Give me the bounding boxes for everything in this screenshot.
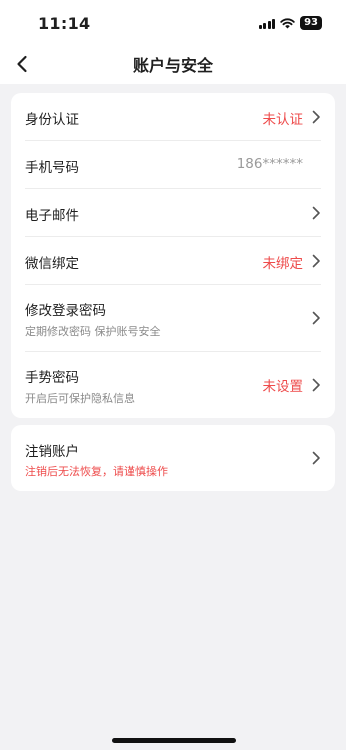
row-email[interactable]: 电子邮件 bbox=[25, 189, 321, 237]
chevron-right-icon bbox=[312, 311, 320, 325]
home-indicator bbox=[112, 738, 236, 743]
row-sublabel: 开启后可保护隐私信息 bbox=[25, 392, 135, 405]
row-wechat-binding[interactable]: 微信绑定 未绑定 bbox=[25, 237, 321, 285]
status-icons: 93 bbox=[258, 16, 322, 30]
row-phone-number[interactable]: 手机号码 186****** bbox=[25, 141, 321, 189]
row-label: 注销账户 bbox=[25, 444, 79, 460]
status-value: 未绑定 bbox=[262, 256, 304, 272]
phone-value: 186****** bbox=[236, 156, 303, 172]
account-deletion-card: 注销账户 注销后无法恢复，请谨慎操作 bbox=[11, 425, 335, 491]
wifi-icon bbox=[280, 17, 295, 28]
status-value: 未设置 bbox=[262, 379, 304, 395]
warning-text: 注销后无法恢复，请谨慎操作 bbox=[25, 465, 168, 478]
navigation-bar: 账户与安全 bbox=[0, 46, 346, 84]
row-delete-account[interactable]: 注销账户 注销后无法恢复，请谨慎操作 bbox=[25, 425, 321, 491]
row-gesture-password[interactable]: 手势密码 开启后可保护隐私信息 未设置 bbox=[25, 352, 321, 418]
top-header: 11:14 93 账户与安全 bbox=[0, 0, 346, 84]
status-time: 11:14 bbox=[38, 14, 91, 33]
row-label: 身份认证 bbox=[25, 112, 79, 128]
security-settings-card: 身份认证 未认证 手机号码 186****** 电子邮件 微信绑定 未绑定 修改… bbox=[11, 93, 335, 418]
cellular-signal-icon bbox=[258, 18, 276, 29]
chevron-right-icon bbox=[312, 110, 320, 124]
battery-icon: 93 bbox=[300, 16, 322, 30]
status-bar: 11:14 93 bbox=[0, 0, 346, 46]
page-title: 账户与安全 bbox=[132, 56, 213, 75]
row-label: 微信绑定 bbox=[25, 256, 79, 272]
row-label: 修改登录密码 bbox=[25, 303, 106, 319]
status-value: 未认证 bbox=[262, 112, 304, 128]
chevron-right-icon bbox=[312, 378, 320, 392]
chevron-right-icon bbox=[312, 206, 320, 220]
row-label: 电子邮件 bbox=[25, 208, 79, 224]
row-sublabel: 定期修改密码 保护账号安全 bbox=[25, 325, 161, 338]
row-label: 手机号码 bbox=[25, 160, 79, 176]
row-label: 手势密码 bbox=[25, 370, 79, 386]
row-identity-verification[interactable]: 身份认证 未认证 bbox=[25, 93, 321, 141]
row-change-login-password[interactable]: 修改登录密码 定期修改密码 保护账号安全 bbox=[25, 285, 321, 352]
chevron-right-icon bbox=[312, 254, 320, 268]
chevron-right-icon bbox=[312, 451, 320, 465]
